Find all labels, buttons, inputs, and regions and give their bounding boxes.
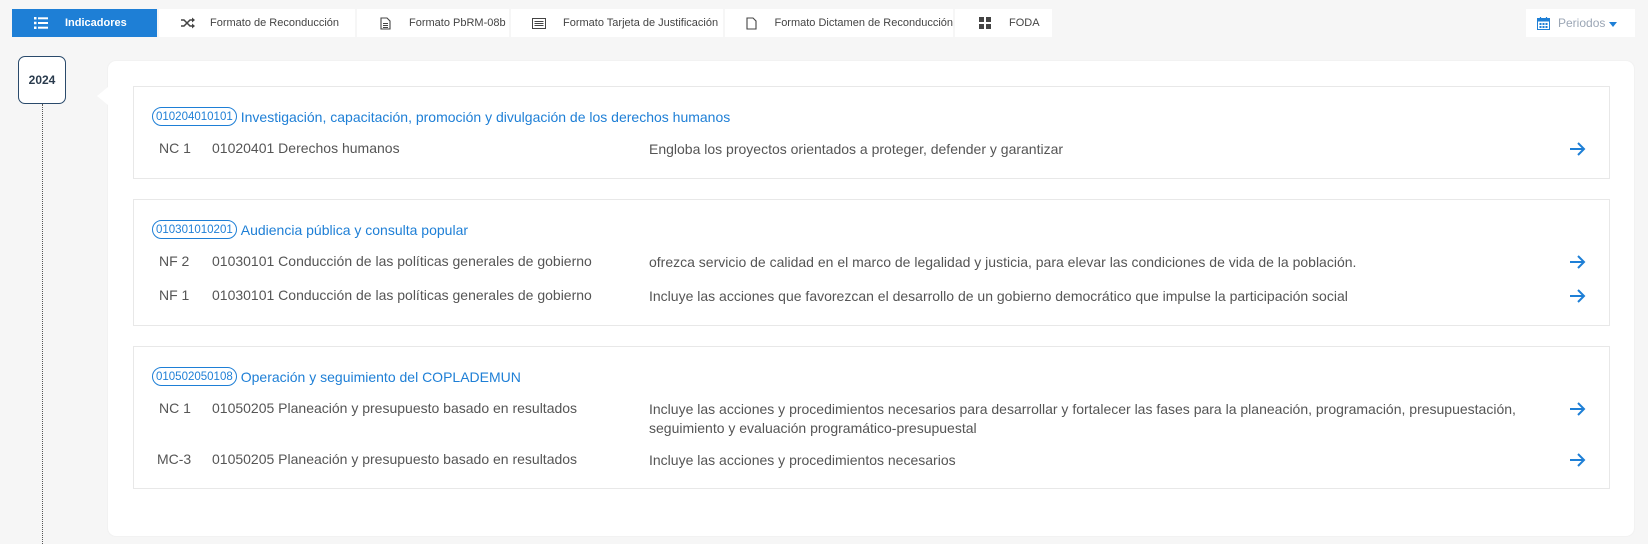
tab-indicadores[interactable]: Indicadores bbox=[12, 9, 157, 37]
indicator-description: ofrezca servicio de calidad en el marco … bbox=[649, 254, 1357, 270]
tab-label: Indicadores bbox=[65, 17, 127, 29]
project-header: 010204010101 Investigación, capacitación… bbox=[152, 107, 730, 126]
project-card: 010204010101 Investigación, capacitación… bbox=[133, 86, 1610, 179]
year-label: 2024 bbox=[28, 73, 56, 87]
list-icon bbox=[33, 15, 49, 31]
shuffle-icon bbox=[180, 15, 196, 31]
tab-formato-pbrm-08b[interactable]: Formato PbRM-08b bbox=[357, 9, 509, 37]
project-code-badge: 010502050108 bbox=[152, 367, 237, 386]
timeline-year-badge[interactable]: 2024 bbox=[18, 56, 66, 104]
project-header: 010502050108 Operación y seguimiento del… bbox=[152, 367, 521, 386]
indicator-level: NF 2 bbox=[159, 253, 190, 269]
tab-foda[interactable]: FODA bbox=[955, 9, 1052, 37]
file-text-icon bbox=[377, 15, 393, 31]
indicator-description: Incluye las acciones y procedimientos ne… bbox=[649, 401, 1516, 436]
periods-label: Periodos bbox=[1558, 16, 1606, 30]
tab-label: Formato de Reconducción bbox=[210, 17, 340, 29]
project-title[interactable]: Operación y seguimiento del COPLADEMUN bbox=[241, 369, 521, 385]
indicator-level: NC 1 bbox=[159, 140, 191, 156]
calendar-icon bbox=[1537, 16, 1550, 30]
indicator-level: NC 1 bbox=[159, 400, 191, 416]
timeline-line bbox=[42, 104, 43, 544]
indicator-level: MC-3 bbox=[157, 451, 192, 467]
project-code-badge: 010204010101 bbox=[152, 107, 237, 126]
arrow-right-icon[interactable] bbox=[1569, 288, 1586, 307]
card-list-icon bbox=[531, 15, 547, 31]
panel-pointer bbox=[97, 87, 108, 105]
project-card: 010301010201 Audiencia pública y consult… bbox=[133, 199, 1610, 326]
file-icon bbox=[745, 15, 758, 31]
indicator-program: 01050205 Planeación y presupuesto basado… bbox=[212, 451, 578, 467]
arrow-right-icon[interactable] bbox=[1569, 141, 1586, 160]
indicator-description: Incluye las acciones y procedimientos ne… bbox=[649, 452, 956, 468]
tab-formato-tarjeta-justificacion[interactable]: Formato Tarjeta de Justificación bbox=[511, 9, 723, 37]
tab-label: Formato Tarjeta de Justificación bbox=[563, 17, 719, 29]
indicator-description: Engloba los proyectos orientados a prote… bbox=[649, 141, 1064, 157]
periods-dropdown[interactable]: Periodos bbox=[1526, 9, 1635, 37]
project-title[interactable]: Audiencia pública y consulta popular bbox=[241, 222, 468, 238]
arrow-right-icon[interactable] bbox=[1569, 452, 1586, 471]
tab-label: Formato PbRM-08b bbox=[409, 17, 506, 29]
tab-formato-dictamen[interactable]: Formato Dictamen de Reconducción bbox=[725, 9, 953, 37]
arrow-right-icon[interactable] bbox=[1569, 401, 1586, 420]
indicator-program: 01020401 Derechos humanos bbox=[212, 140, 400, 156]
indicator-program: 01050205 Planeación y presupuesto basado… bbox=[212, 400, 578, 416]
indicator-program: 01030101 Conducción de las políticas gen… bbox=[212, 253, 592, 269]
indicator-level: NF 1 bbox=[159, 287, 190, 303]
project-card: 010502050108 Operación y seguimiento del… bbox=[133, 346, 1610, 489]
project-title[interactable]: Investigación, capacitación, promoción y… bbox=[241, 109, 731, 125]
tab-formato-reconduccion[interactable]: Formato de Reconducción bbox=[159, 9, 355, 37]
tab-label: Formato Dictamen de Reconducción bbox=[774, 17, 953, 29]
project-header: 010301010201 Audiencia pública y consult… bbox=[152, 220, 468, 239]
project-code-badge: 010301010201 bbox=[152, 220, 237, 239]
top-tab-bar: Indicadores Formato de Reconducción Form… bbox=[12, 9, 1052, 37]
chevron-down-icon bbox=[1609, 21, 1618, 27]
indicator-program: 01030101 Conducción de las políticas gen… bbox=[212, 287, 592, 303]
indicator-description: Incluye las acciones que favorezcan el d… bbox=[649, 288, 1348, 304]
arrow-right-icon[interactable] bbox=[1569, 254, 1586, 273]
grid-icon bbox=[977, 15, 993, 31]
tab-label: FODA bbox=[1009, 17, 1040, 29]
